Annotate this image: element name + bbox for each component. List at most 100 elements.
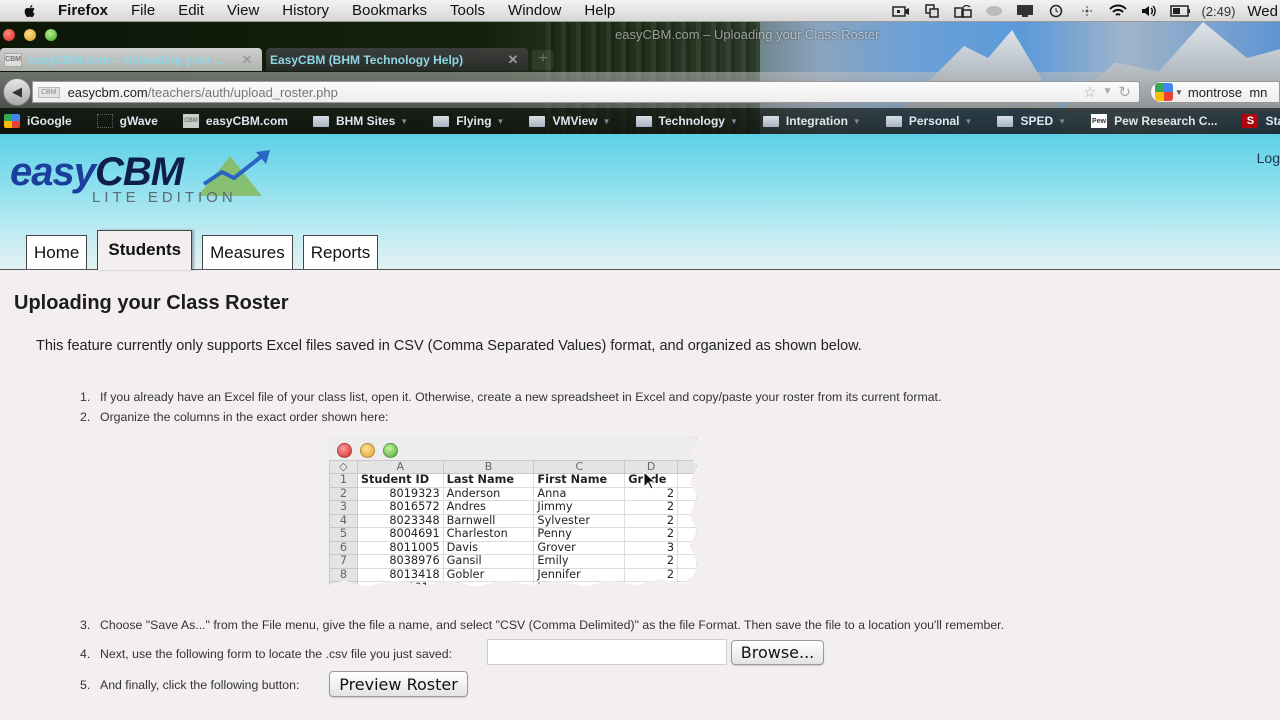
spreadsheet-row: 2 8019323 Anderson Anna 2 [329,486,697,501]
spreadsheet-cell: Grover [533,540,626,555]
bookmark-label: easyCBM.com [205,114,288,128]
column-header [677,460,697,474]
tab-easycbm-help[interactable]: EasyCBM (BHM Technology Help) ✕ [0,48,528,196]
back-button[interactable]: ◀ [3,78,31,106]
menu-edit[interactable]: Edit [178,2,204,19]
page-title: Uploading your Class Roster [14,292,289,314]
bookmark-folder-flying[interactable]: Flying ▼ [433,114,504,128]
bookmark-star-icon[interactable]: ☆ [1083,83,1096,101]
spreadsheet-cell: Gansil [442,554,535,569]
nav-tab-students[interactable]: Students [97,230,193,270]
spreadsheet-cell: 8016572 [356,500,444,515]
bookmark-label: BHM Sites [335,114,396,128]
bluetooth-icon[interactable] [1077,4,1097,18]
step-2: 2. Organize the columns in the exact orde… [80,410,388,424]
google-icon [4,114,20,128]
bookmark-easycbm[interactable]: CBM easyCBM.com [182,114,288,128]
bookmark-gwave[interactable]: gWave [96,114,158,128]
apple-menu-icon[interactable] [22,3,38,19]
browser-chrome: easyCBM.com – Uploading your Class Roste… [0,22,1280,196]
menu-history[interactable]: History [282,2,329,19]
nav-tab-home[interactable]: Home [26,235,88,269]
spreadsheet-cell: 8004691 [356,527,444,542]
window-close-button[interactable] [3,29,15,41]
bookmark-pew-research[interactable]: Pew Pew Research C... [1091,114,1217,128]
spreadsheet-cell: 2 [624,527,679,542]
logo-edition: LITE EDITION [92,189,237,206]
nav-tab-measures[interactable]: Measures [202,235,293,269]
site-identity-icon[interactable]: CBM [38,86,60,98]
battery-time: (2:49) [1201,3,1236,19]
tab-easycbm-upload[interactable]: CBM easyCBM.com – Uploading your ... ✕ [0,48,262,71]
clock-day[interactable]: Wed [1247,3,1278,20]
spreadsheet-cell: Emily [533,554,626,569]
menu-tools[interactable]: Tools [450,2,485,19]
window-zoom-button[interactable] [45,29,57,41]
bookmark-folder-vmview[interactable]: VMView ▼ [529,114,611,128]
bookmark-label: Stanford Unive [1265,114,1280,128]
preview-roster-button[interactable]: Preview Roster [329,671,468,697]
spreadsheet-cell: Gobler [442,567,535,582]
menu-bookmarks[interactable]: Bookmarks [352,2,427,19]
bookmark-folder-technology[interactable]: Technology ▼ [635,114,738,128]
cbm-favicon-icon: CBM [4,52,22,67]
engine-dropdown-icon[interactable]: ▼ [1175,88,1183,97]
menu-window[interactable]: Window [508,2,561,19]
wifi-icon[interactable] [1108,4,1128,18]
spreadsheet-cell: 8023348 [356,513,444,528]
nav-tab-reports[interactable]: Reports [302,235,379,269]
sync-icon[interactable] [953,4,973,18]
wave-icon [96,114,113,128]
logo-text-cbm: CBM [94,150,184,194]
browse-button[interactable]: Browse... [731,640,824,665]
time-machine-icon[interactable] [1046,4,1066,18]
login-link[interactable]: Log [1257,150,1280,166]
folder-icon [529,115,546,127]
menu-view[interactable]: View [227,2,259,19]
folder-icon [885,115,902,127]
column-header: A [356,460,444,474]
display-icon[interactable] [1015,4,1035,18]
step-number: 3. [80,618,91,632]
search-bar[interactable]: ▼ montrose mn [1150,81,1280,103]
spreadsheet-cell: Davis [442,540,535,555]
reload-icon[interactable]: ↻ [1118,83,1131,101]
file-path-input[interactable] [487,639,727,665]
folder-icon [762,115,779,127]
drive-icon[interactable] [984,4,1004,18]
step-text: Choose "Save As..." from the File menu, … [100,618,1004,632]
step-number: 1. [80,390,91,404]
bookmark-folder-integration[interactable]: Integration ▼ [762,114,861,128]
screens-icon[interactable] [922,4,942,18]
google-engine-icon[interactable] [1155,83,1173,101]
menu-firefox[interactable]: Firefox [58,2,108,19]
sheet-close-light-icon [337,443,352,458]
battery-icon[interactable] [1170,4,1191,18]
spreadsheet-cell: 2 [624,581,679,587]
tab-close-icon[interactable]: ✕ [506,52,520,68]
easycbm-logo[interactable]: easyCBM LITE EDITION [10,148,270,210]
bookmark-folder-sped[interactable]: SPED ▼ [997,114,1066,128]
url-bar[interactable]: CBM easycbm.com/teachers/auth/upload_ros… [32,81,1140,103]
spreadsheet-cell [677,527,697,542]
bookmark-label: iGoogle [27,114,72,128]
bookmark-stanford[interactable]: S Stanford Unive [1242,114,1280,128]
tab-close-icon[interactable]: ✕ [240,52,254,68]
spreadsheet-cell: 801... [356,581,444,587]
bookmark-folder-personal[interactable]: Personal ▼ [885,114,972,128]
spreadsheet-cell: Sylvester [533,513,626,528]
menu-file[interactable]: File [131,2,155,19]
history-dropdown-icon[interactable]: ▼ [1103,83,1113,101]
spreadsheet-row: 6 8011005 Davis Grover 3 [329,540,697,555]
step-3: 3. Choose "Save As..." from the File menu… [80,618,1004,632]
menu-help[interactable]: Help [584,2,615,19]
camera-icon[interactable] [891,4,911,18]
tab-label: easyCBM.com – Uploading your ... [28,52,225,67]
spreadsheet-row: 5 8004691 Charleston Penny 2 [329,527,697,542]
new-tab-button[interactable]: + [532,50,554,70]
bookmark-folder-bhm-sites[interactable]: BHM Sites ▼ [312,114,408,128]
search-input[interactable]: montrose mn [1188,85,1267,100]
volume-icon[interactable] [1139,4,1159,18]
bookmark-igoogle[interactable]: iGoogle [4,114,72,128]
window-minimize-button[interactable] [24,29,36,41]
